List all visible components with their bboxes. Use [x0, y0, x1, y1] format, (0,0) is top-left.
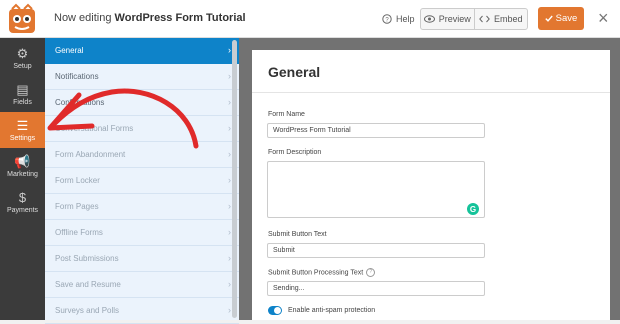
processing-text-label-row: Submit Button Processing Text?	[268, 268, 376, 277]
subnav-item-label: Form Abandonment	[55, 150, 126, 159]
subnav-item-general[interactable]: General ›	[45, 38, 239, 64]
chevron-right-icon: ›	[228, 279, 231, 289]
subnav-item-label: Confirmations	[55, 98, 105, 107]
eye-icon	[423, 15, 435, 23]
preview-embed-group: Preview Embed	[420, 8, 528, 30]
processing-text-label: Submit Button Processing Text	[268, 269, 364, 277]
subnav-item-label: Save and Resume	[55, 280, 121, 289]
editing-prefix: Now editing	[54, 12, 112, 24]
editing-title: Now editing WordPress Form Tutorial	[54, 12, 246, 24]
subnav-item-label: General	[55, 46, 84, 55]
checkmark-icon	[544, 15, 553, 22]
grammarly-icon[interactable]: G	[467, 203, 479, 215]
chevron-right-icon: ›	[228, 149, 231, 159]
panel-title: General	[268, 64, 321, 80]
settings-subnav: General › Notifications › Confirmations …	[45, 38, 239, 324]
sidebar-item-settings[interactable]: ☰ Settings	[0, 112, 45, 148]
processing-text-field[interactable]: Sending...	[267, 281, 485, 296]
chevron-right-icon: ›	[228, 227, 231, 237]
chevron-right-icon: ›	[228, 175, 231, 185]
form-description-field[interactable]	[267, 161, 485, 218]
form-description-label: Form Description	[268, 149, 322, 156]
top-bar: Now editing WordPress Form Tutorial ? He…	[0, 0, 620, 38]
submit-text-label: Submit Button Text	[268, 231, 327, 238]
subnav-item-confirmations[interactable]: Confirmations ›	[45, 90, 239, 116]
form-name-label: Form Name	[268, 111, 305, 118]
subnav-item-save-and-resume[interactable]: Save and Resume ›	[45, 272, 239, 298]
subnav-scrollbar[interactable]	[232, 40, 237, 318]
wpforms-logo-icon	[9, 3, 35, 33]
subnav-item-label: Notifications	[55, 72, 99, 81]
preview-button[interactable]: Preview	[421, 9, 474, 29]
chevron-right-icon: ›	[228, 201, 231, 211]
subnav-item-label: Post Submissions	[55, 254, 119, 263]
chevron-right-icon: ›	[228, 71, 231, 81]
sidebar-item-label: Setup	[13, 62, 32, 70]
sidebar-item-marketing[interactable]: 📢 Marketing	[0, 148, 45, 184]
code-icon	[479, 15, 490, 23]
antispam-label: Enable anti-spam protection	[288, 307, 376, 314]
close-icon[interactable]: ×	[598, 8, 609, 28]
builder-sidebar: ⚙ Setup ▤ Fields ☰ Settings 📢 Marketing …	[0, 38, 45, 320]
sidebar-item-label: Payments	[6, 206, 39, 214]
subnav-item-notifications[interactable]: Notifications ›	[45, 64, 239, 90]
subnav-item-label: Offline Forms	[55, 228, 103, 237]
subnav-item-label: Form Locker	[55, 176, 100, 185]
help-label: Help	[396, 14, 415, 24]
subnav-item-form-abandonment[interactable]: Form Abandonment ›	[45, 142, 239, 168]
subnav-item-label: Surveys and Polls	[55, 306, 120, 315]
chevron-right-icon: ›	[228, 123, 231, 133]
submit-text-field[interactable]: Submit	[267, 243, 485, 258]
help-button[interactable]: ? Help	[382, 9, 415, 29]
save-label: Save	[555, 13, 578, 24]
sidebar-item-label: Marketing	[7, 170, 38, 178]
subnav-item-post-submissions[interactable]: Post Submissions ›	[45, 246, 239, 272]
sidebar-item-payments[interactable]: $ Payments	[0, 184, 45, 220]
sidebar-item-label: Settings	[9, 134, 36, 142]
sidebar-item-label: Fields	[13, 98, 32, 106]
form-title: WordPress Form Tutorial	[114, 12, 246, 24]
subnav-item-offline-forms[interactable]: Offline Forms ›	[45, 220, 239, 246]
help-tooltip-icon[interactable]: ?	[366, 268, 376, 277]
subnav-item-conversational-forms[interactable]: Conversational Forms ›	[45, 116, 239, 142]
gear-icon: ⚙	[16, 45, 29, 61]
chevron-right-icon: ›	[228, 305, 231, 315]
embed-label: Embed	[493, 14, 523, 24]
sidebar-item-setup[interactable]: ⚙ Setup	[0, 40, 45, 76]
antispam-toggle[interactable]	[268, 306, 282, 315]
dollar-icon: $	[18, 189, 27, 205]
save-button[interactable]: Save	[538, 7, 584, 30]
preview-label: Preview	[438, 14, 471, 24]
fields-icon: ▤	[16, 81, 29, 97]
subnav-item-surveys-and-polls[interactable]: Surveys and Polls ›	[45, 298, 239, 324]
megaphone-icon: 📢	[14, 153, 31, 169]
help-icon: ?	[382, 14, 392, 24]
subnav-item-form-locker[interactable]: Form Locker ›	[45, 168, 239, 194]
chevron-right-icon: ›	[228, 253, 231, 263]
subnav-item-label: Conversational Forms	[55, 124, 134, 133]
embed-button[interactable]: Embed	[473, 9, 528, 29]
chevron-right-icon: ›	[228, 97, 231, 107]
form-name-field[interactable]: WordPress Form Tutorial	[267, 123, 485, 138]
sidebar-item-fields[interactable]: ▤ Fields	[0, 76, 45, 112]
subnav-item-form-pages[interactable]: Form Pages ›	[45, 194, 239, 220]
panel-divider	[252, 92, 610, 93]
chevron-right-icon: ›	[228, 45, 231, 55]
subnav-item-label: Form Pages	[55, 202, 99, 211]
sliders-icon: ☰	[16, 117, 29, 133]
